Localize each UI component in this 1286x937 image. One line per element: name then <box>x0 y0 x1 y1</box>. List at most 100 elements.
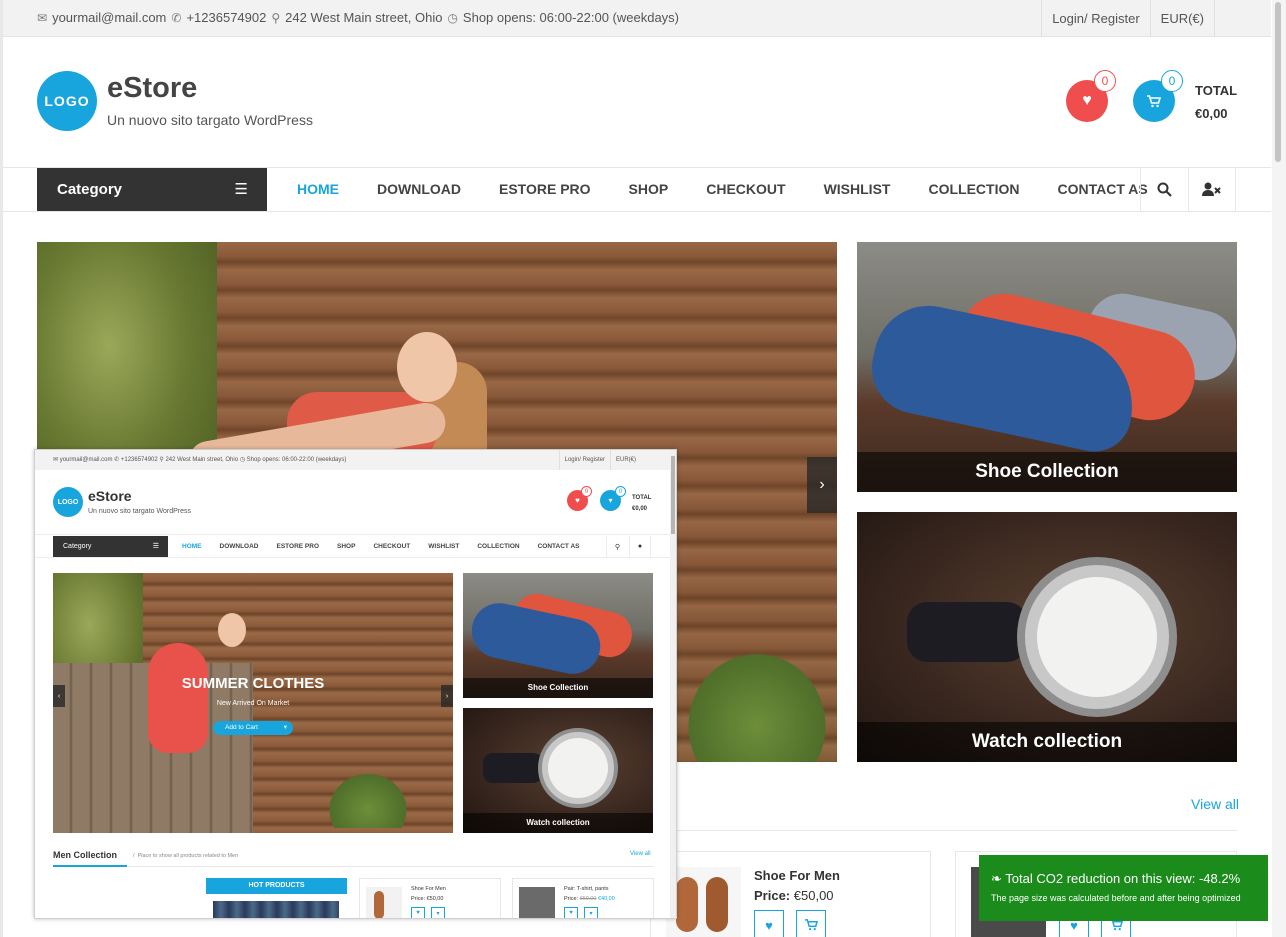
shoe-collection-caption[interactable]: Shoe Collection <box>857 452 1237 492</box>
nav-checkout[interactable]: CHECKOUT <box>687 168 804 211</box>
site-logo[interactable]: LOGO <box>37 71 97 131</box>
cart-icon <box>804 919 818 931</box>
add-to-wishlist-button[interactable]: ♥ <box>754 910 784 937</box>
mini-nav-checkout: CHECKOUT <box>373 543 411 550</box>
co2-title: ❧ Total CO2 reduction on this view: -48.… <box>991 871 1268 887</box>
mini-nav-download: DOWNLOAD <box>219 543 259 550</box>
cart-icon <box>1147 94 1161 107</box>
product-image[interactable] <box>666 867 741 937</box>
mini-hero-plants <box>323 768 413 828</box>
mini-old-price: €60,00 <box>579 896 597 902</box>
mini-product-image <box>366 887 402 918</box>
search-button[interactable] <box>1140 168 1188 211</box>
nav-home[interactable]: HOME <box>278 168 358 211</box>
mini-nav-collection: COLLECTION <box>477 543 520 550</box>
screenshot-thumbnail[interactable]: ✉ yourmail@mail.com ✆ +1236574902 ⚲ 242 … <box>34 449 677 919</box>
mini-wishlist-badge: 0 <box>581 486 592 497</box>
mini-phone: +1236574902 <box>120 457 158 463</box>
mini-nav-home: HOME <box>182 543 202 550</box>
product-card: Shoe For Men Price: €50,00 ♥ <box>650 851 931 937</box>
slider-next-button[interactable]: › <box>807 457 837 513</box>
mini-category: ☰ Category <box>53 536 168 557</box>
nav-collection[interactable]: COLLECTION <box>909 168 1038 211</box>
mini-section-underline <box>53 865 127 867</box>
scrollbar-thumb[interactable] <box>1275 2 1281 162</box>
mini-watch-face <box>548 738 608 798</box>
watch-strap <box>907 602 1027 662</box>
account-links: Login/ Register EUR(€) <box>1041 0 1215 37</box>
clock-icon: ◷ <box>447 10 458 25</box>
mini-product-price: Price: €60,00 €40,00 <box>564 896 615 902</box>
top-bar: ✉ yourmail@mail.com ✆ +1236574902 ⚲ 242 … <box>3 0 1271 37</box>
mini-user-icon: ● <box>629 536 651 557</box>
mini-product-name: Shoe For Men <box>411 886 446 892</box>
mini-heart-icon: ♥ <box>564 907 578 918</box>
mini-contact-info: ✉ yourmail@mail.com ✆ +1236574902 ⚲ 242 … <box>53 457 347 463</box>
login-register-link[interactable]: Login/ Register <box>1041 0 1149 37</box>
leaf-icon: ❧ <box>991 871 1002 886</box>
cart-total-label: TOTAL <box>1195 83 1238 98</box>
mini-hero-model-head <box>218 613 246 647</box>
hero-model-head <box>397 332 457 402</box>
price-label: Price: <box>754 888 791 903</box>
mini-product-card: Shoe For Men Price: €50,00 ♥ ▾ <box>359 878 501 918</box>
nav-shop[interactable]: SHOP <box>610 168 688 211</box>
hero-plants <box>677 642 837 762</box>
mini-add-to-cart-label: Add to Cart <box>225 724 258 731</box>
mini-section-title: Men Collection <box>53 850 118 860</box>
mini-heart-icon: ♥ <box>411 907 425 918</box>
mini-cart-badge: 0 <box>615 486 626 497</box>
add-to-cart-button[interactable] <box>796 910 826 937</box>
nav-wishlist[interactable]: WISHLIST <box>805 168 910 211</box>
wishlist-count-badge: 0 <box>1094 70 1116 92</box>
mini-product-card: Pair: T-shirt, pants Price: €60,00 €40,0… <box>512 878 654 918</box>
mini-total-label: TOTAL <box>632 495 652 501</box>
mini-hours: Shop opens: 06:00-22:00 (weekdays) <box>246 457 347 463</box>
mini-currency: EUR(€) <box>609 450 641 470</box>
mini-email: yourmail@mail.com <box>59 457 113 463</box>
mini-nav-contact: CONTACT AS <box>537 543 580 550</box>
product-price: Price: €50,00 <box>754 888 834 903</box>
section-divider <box>675 830 1237 831</box>
co2-reduction-notice[interactable]: ❧ Total CO2 reduction on this view: -48.… <box>979 855 1268 921</box>
co2-title-text: Total CO2 reduction on this view: -48.2% <box>1005 871 1241 886</box>
cart-count-badge: 0 <box>1161 70 1183 92</box>
email-text[interactable]: yourmail@mail.com <box>52 10 166 25</box>
shoe-collection-banner[interactable]: Shoe Collection <box>857 242 1237 492</box>
site-title[interactable]: eStore <box>107 72 197 105</box>
mini-category-label: Category <box>63 543 92 550</box>
watch-collection-banner[interactable]: Watch collection <box>857 512 1237 762</box>
product-name[interactable]: Shoe For Men <box>754 868 840 883</box>
map-marker-icon: ⚲ <box>271 10 281 25</box>
user-button[interactable] <box>1188 168 1236 211</box>
mini-shoe-banner: Shoe Collection <box>463 573 653 698</box>
price-value: €50,00 <box>793 888 834 903</box>
mini-nav-wishlist: WISHLIST <box>428 543 460 550</box>
mini-scrollbar <box>670 450 676 918</box>
currency-selector[interactable]: EUR(€) <box>1149 0 1215 37</box>
hours-text: Shop opens: 06:00-22:00 (weekdays) <box>462 10 680 25</box>
chevron-right-icon: › <box>819 476 825 493</box>
mini-login: Login/ Register <box>558 450 610 470</box>
mini-product-price: Price: €50,00 <box>411 896 444 902</box>
mini-watch-strap <box>483 753 543 783</box>
watch-collection-caption[interactable]: Watch collection <box>857 722 1237 762</box>
view-all-link[interactable]: View all <box>1191 796 1239 812</box>
category-dropdown[interactable]: Category ☰ <box>37 168 267 211</box>
mini-menu-icon: ☰ <box>152 543 159 550</box>
page-scrollbar[interactable] <box>1272 0 1286 937</box>
main-menu: HOME DOWNLOAD ESTORE PRO SHOP CHECKOUT W… <box>278 168 1167 211</box>
mini-nav-estore-pro: ESTORE PRO <box>276 543 320 550</box>
user-times-icon <box>1202 182 1221 196</box>
mini-add-to-cart-button: Add to Cart ▾ <box>213 721 293 735</box>
menu-icon: ☰ <box>234 181 248 198</box>
mini-product-image <box>519 887 555 918</box>
co2-subtitle: The page size was calculated before and … <box>991 893 1241 903</box>
mini-section-divider <box>53 866 653 867</box>
mini-hero-title: SUMMER CLOTHES <box>181 675 325 692</box>
nav-estore-pro[interactable]: ESTORE PRO <box>480 168 610 211</box>
nav-download[interactable]: DOWNLOAD <box>358 168 480 211</box>
contact-info: ✉ yourmail@mail.com ✆ +1236574902 ⚲ 242 … <box>37 10 679 25</box>
mini-address: 242 West Main street, Ohio <box>165 457 239 463</box>
search-icon <box>1157 182 1172 197</box>
